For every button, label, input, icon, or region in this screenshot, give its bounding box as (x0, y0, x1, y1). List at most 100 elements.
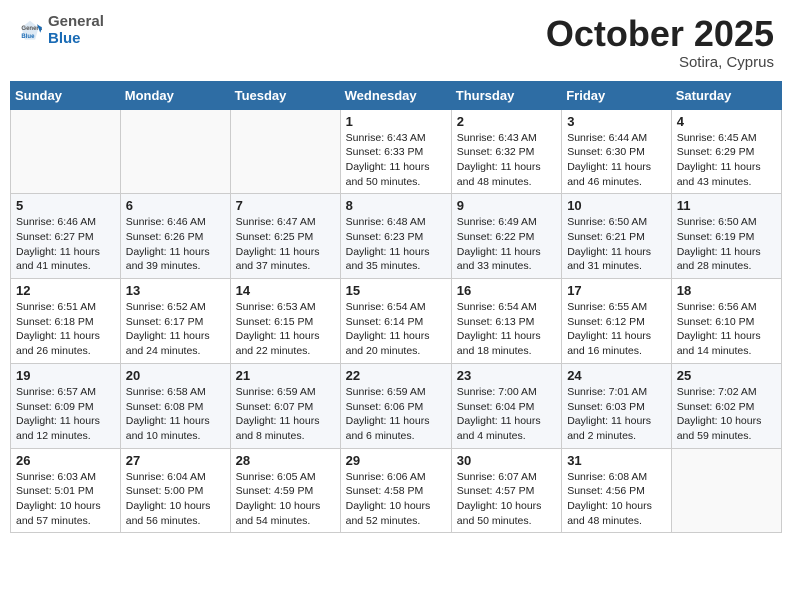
logo: General Blue General Blue (18, 14, 104, 47)
day-info: Sunrise: 6:46 AM Sunset: 6:26 PM Dayligh… (126, 215, 225, 274)
day-number: 25 (677, 368, 776, 383)
day-info: Sunrise: 6:50 AM Sunset: 6:19 PM Dayligh… (677, 215, 776, 274)
calendar-day-cell: 8 Sunrise: 6:48 AM Sunset: 6:23 PM Daylig… (340, 194, 451, 279)
calendar-day-cell: 1 Sunrise: 6:43 AM Sunset: 6:33 PM Daylig… (340, 109, 451, 194)
day-of-week-header: Friday (562, 81, 672, 109)
day-info: Sunrise: 6:51 AM Sunset: 6:18 PM Dayligh… (16, 300, 115, 359)
calendar-day-cell: 7Sunrise: 6:47 AM Sunset: 6:25 PM Daylig… (230, 194, 340, 279)
day-number: 20 (126, 368, 225, 383)
calendar-day-cell: 12 Sunrise: 6:51 AM Sunset: 6:18 PM Dayli… (11, 279, 121, 364)
day-info: Sunrise: 6:54 AM Sunset: 6:13 PM Dayligh… (457, 300, 556, 359)
day-of-week-header: Saturday (671, 81, 781, 109)
calendar-day-cell: 17 Sunrise: 6:55 AM Sunset: 6:12 PM Dayli… (562, 279, 672, 364)
calendar-day-cell: 22Sunrise: 6:59 AM Sunset: 6:06 PM Dayli… (340, 363, 451, 448)
day-number: 8 (346, 198, 446, 213)
calendar-day-cell: 4Sunrise: 6:45 AM Sunset: 6:29 PM Daylig… (671, 109, 781, 194)
calendar-day-cell: 28 Sunrise: 6:05 AM Sunset: 4:59 PM Dayli… (230, 448, 340, 533)
day-number: 17 (567, 283, 666, 298)
calendar-week-row: 5 Sunrise: 6:46 AM Sunset: 6:27 PM Daylig… (11, 194, 782, 279)
calendar-day-cell (120, 109, 230, 194)
calendar-day-cell: 20 Sunrise: 6:58 AM Sunset: 6:08 PM Dayli… (120, 363, 230, 448)
calendar-day-cell: 16 Sunrise: 6:54 AM Sunset: 6:13 PM Dayli… (451, 279, 561, 364)
day-info: Sunrise: 6:07 AM Sunset: 4:57 PM Dayligh… (457, 470, 556, 529)
day-info: Sunrise: 6:50 AM Sunset: 6:21 PM Dayligh… (567, 215, 666, 274)
calendar-day-cell: 23 Sunrise: 7:00 AM Sunset: 6:04 PM Dayli… (451, 363, 561, 448)
day-number: 29 (346, 453, 446, 468)
day-info: Sunrise: 6:57 AM Sunset: 6:09 PM Dayligh… (16, 385, 115, 444)
title-block: October 2025 Sotira, Cyprus (546, 14, 774, 71)
day-number: 12 (16, 283, 115, 298)
calendar-day-cell (11, 109, 121, 194)
day-number: 1 (346, 114, 446, 129)
calendar-day-cell (671, 448, 781, 533)
calendar-header-row: SundayMondayTuesdayWednesdayThursdayFrid… (11, 81, 782, 109)
day-info: Sunrise: 6:08 AM Sunset: 4:56 PM Dayligh… (567, 470, 666, 529)
day-number: 23 (457, 368, 556, 383)
calendar-day-cell: 13 Sunrise: 6:52 AM Sunset: 6:17 PM Dayli… (120, 279, 230, 364)
day-number: 9 (457, 198, 556, 213)
day-number: 28 (236, 453, 335, 468)
calendar-day-cell: 31Sunrise: 6:08 AM Sunset: 4:56 PM Dayli… (562, 448, 672, 533)
day-of-week-header: Thursday (451, 81, 561, 109)
calendar-day-cell: 2Sunrise: 6:43 AM Sunset: 6:32 PM Daylig… (451, 109, 561, 194)
day-number: 19 (16, 368, 115, 383)
day-info: Sunrise: 6:55 AM Sunset: 6:12 PM Dayligh… (567, 300, 666, 359)
page-header: General Blue General Blue October 2025 S… (10, 10, 782, 75)
day-number: 13 (126, 283, 225, 298)
calendar-week-row: 26 Sunrise: 6:03 AM Sunset: 5:01 PM Dayli… (11, 448, 782, 533)
day-info: Sunrise: 6:44 AM Sunset: 6:30 PM Dayligh… (567, 131, 666, 190)
day-info: Sunrise: 6:54 AM Sunset: 6:14 PM Dayligh… (346, 300, 446, 359)
day-info: Sunrise: 6:03 AM Sunset: 5:01 PM Dayligh… (16, 470, 115, 529)
day-number: 10 (567, 198, 666, 213)
calendar-day-cell: 26 Sunrise: 6:03 AM Sunset: 5:01 PM Dayli… (11, 448, 121, 533)
day-number: 30 (457, 453, 556, 468)
day-info: Sunrise: 6:43 AM Sunset: 6:32 PM Dayligh… (457, 131, 556, 190)
logo-icon: General Blue (18, 19, 42, 43)
calendar-day-cell: 19 Sunrise: 6:57 AM Sunset: 6:09 PM Dayli… (11, 363, 121, 448)
calendar-week-row: 1 Sunrise: 6:43 AM Sunset: 6:33 PM Daylig… (11, 109, 782, 194)
day-number: 24 (567, 368, 666, 383)
day-info: Sunrise: 6:52 AM Sunset: 6:17 PM Dayligh… (126, 300, 225, 359)
calendar-day-cell: 30 Sunrise: 6:07 AM Sunset: 4:57 PM Dayli… (451, 448, 561, 533)
calendar-week-row: 19 Sunrise: 6:57 AM Sunset: 6:09 PM Dayli… (11, 363, 782, 448)
day-info: Sunrise: 6:56 AM Sunset: 6:10 PM Dayligh… (677, 300, 776, 359)
day-info: Sunrise: 6:58 AM Sunset: 6:08 PM Dayligh… (126, 385, 225, 444)
calendar-day-cell: 29Sunrise: 6:06 AM Sunset: 4:58 PM Dayli… (340, 448, 451, 533)
day-info: Sunrise: 6:43 AM Sunset: 6:33 PM Dayligh… (346, 131, 446, 190)
day-info: Sunrise: 6:59 AM Sunset: 6:06 PM Dayligh… (346, 385, 446, 444)
calendar-table: SundayMondayTuesdayWednesdayThursdayFrid… (10, 81, 782, 534)
day-number: 18 (677, 283, 776, 298)
calendar-day-cell (230, 109, 340, 194)
calendar-day-cell: 3 Sunrise: 6:44 AM Sunset: 6:30 PM Daylig… (562, 109, 672, 194)
calendar-day-cell: 11Sunrise: 6:50 AM Sunset: 6:19 PM Dayli… (671, 194, 781, 279)
day-info: Sunrise: 6:05 AM Sunset: 4:59 PM Dayligh… (236, 470, 335, 529)
calendar-day-cell: 27Sunrise: 6:04 AM Sunset: 5:00 PM Dayli… (120, 448, 230, 533)
month-title: October 2025 (546, 14, 774, 54)
day-info: Sunrise: 6:53 AM Sunset: 6:15 PM Dayligh… (236, 300, 335, 359)
day-number: 15 (346, 283, 446, 298)
day-info: Sunrise: 6:59 AM Sunset: 6:07 PM Dayligh… (236, 385, 335, 444)
day-info: Sunrise: 6:46 AM Sunset: 6:27 PM Dayligh… (16, 215, 115, 274)
day-number: 5 (16, 198, 115, 213)
logo-text: General Blue (48, 14, 104, 47)
calendar-day-cell: 18 Sunrise: 6:56 AM Sunset: 6:10 PM Dayli… (671, 279, 781, 364)
day-number: 7 (236, 198, 335, 213)
day-number: 16 (457, 283, 556, 298)
day-number: 3 (567, 114, 666, 129)
day-number: 14 (236, 283, 335, 298)
calendar-day-cell: 21Sunrise: 6:59 AM Sunset: 6:07 PM Dayli… (230, 363, 340, 448)
day-info: Sunrise: 7:00 AM Sunset: 6:04 PM Dayligh… (457, 385, 556, 444)
location-subtitle: Sotira, Cyprus (546, 54, 774, 71)
calendar-day-cell: 10 Sunrise: 6:50 AM Sunset: 6:21 PM Dayli… (562, 194, 672, 279)
calendar-day-cell: 5 Sunrise: 6:46 AM Sunset: 6:27 PM Daylig… (11, 194, 121, 279)
calendar-day-cell: 15 Sunrise: 6:54 AM Sunset: 6:14 PM Dayli… (340, 279, 451, 364)
day-info: Sunrise: 6:04 AM Sunset: 5:00 PM Dayligh… (126, 470, 225, 529)
day-info: Sunrise: 6:48 AM Sunset: 6:23 PM Dayligh… (346, 215, 446, 274)
day-number: 26 (16, 453, 115, 468)
calendar-day-cell: 14 Sunrise: 6:53 AM Sunset: 6:15 PM Dayli… (230, 279, 340, 364)
logo-general-text: General (48, 14, 104, 31)
day-of-week-header: Monday (120, 81, 230, 109)
day-of-week-header: Tuesday (230, 81, 340, 109)
day-number: 4 (677, 114, 776, 129)
calendar-day-cell: 6Sunrise: 6:46 AM Sunset: 6:26 PM Daylig… (120, 194, 230, 279)
